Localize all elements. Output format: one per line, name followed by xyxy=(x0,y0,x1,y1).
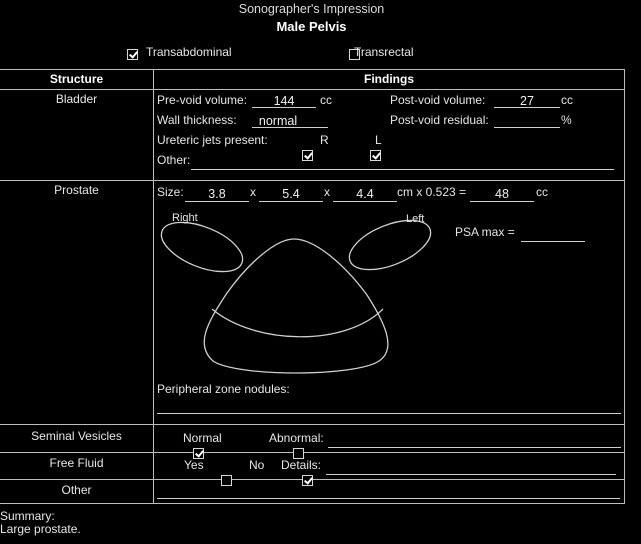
pre-void-value: 144 xyxy=(273,94,295,108)
seminal-abnormal-label: Abnormal: xyxy=(269,431,324,445)
prostate-gland-outline xyxy=(203,238,389,374)
bladder-other-label: Other: xyxy=(157,153,191,167)
times-sign-2: x xyxy=(324,185,330,199)
prostate-dim1-value: 3.8 xyxy=(208,187,226,201)
post-void-value: 27 xyxy=(520,94,534,108)
prostate-dim2-value: 5.4 xyxy=(282,187,300,201)
findings-column-header: Findings xyxy=(364,72,414,86)
post-void-unit: cc xyxy=(561,93,573,107)
prostate-volume-unit: cc xyxy=(536,185,548,199)
psa-max-label: PSA max = xyxy=(455,225,515,239)
summary-label: Summary: xyxy=(0,509,55,523)
jet-left-checkbox[interactable] xyxy=(370,150,382,162)
prostate-size-label: Size: xyxy=(157,185,184,199)
transabdominal-checkbox[interactable] xyxy=(127,49,138,61)
jet-right-checkbox[interactable] xyxy=(302,150,313,162)
seminal-vesicles-row-label: Seminal Vesicles xyxy=(31,429,122,443)
psa-max-field[interactable] xyxy=(521,241,585,242)
post-void-label: Post-void volume: xyxy=(390,93,486,107)
fluid-yes-checkbox[interactable] xyxy=(221,475,233,487)
other-row-label: Other xyxy=(61,483,92,497)
pre-void-label: Pre-void volume: xyxy=(157,93,248,107)
post-void-residual-unit: % xyxy=(561,113,572,127)
right-seminal-vesicle-outline xyxy=(160,221,244,273)
fluid-no-checkbox[interactable] xyxy=(301,475,313,487)
ureteric-jets-label: Ureteric jets present: xyxy=(157,133,268,147)
prostate-dim3-field[interactable] xyxy=(333,201,397,202)
transrectal-label: Transrectal xyxy=(354,45,414,59)
post-void-residual-field[interactable] xyxy=(494,127,560,128)
prostate-diagram xyxy=(160,219,432,374)
prostate-volume-field[interactable] xyxy=(470,201,534,202)
bladder-row-label: Bladder xyxy=(55,92,98,106)
prostate-row-label: Prostate xyxy=(54,183,99,197)
fluid-no-label: No xyxy=(249,458,265,472)
prostate-dim2-field[interactable] xyxy=(259,201,323,202)
seminal-abnormal-field[interactable] xyxy=(328,447,621,448)
left-side-label: Left xyxy=(406,213,425,225)
nodules-label: Peripheral zone nodules: xyxy=(157,382,290,396)
bladder-other-field[interactable] xyxy=(191,169,614,170)
prostate-volume-value: 48 xyxy=(495,187,509,201)
free-fluid-row-label: Free Fluid xyxy=(49,456,104,470)
right-side-label: Right xyxy=(172,212,198,224)
peripheral-zone-line xyxy=(211,308,384,338)
form-title: Sonographer's Impression xyxy=(238,2,385,16)
wall-thickness-value: normal xyxy=(258,114,298,128)
prostate-dim3-value: 4.4 xyxy=(356,187,374,201)
structure-column-header: Structure xyxy=(49,72,104,86)
volume-formula-label: cm x 0.523 = xyxy=(397,185,467,199)
fluid-details-label: Details: xyxy=(281,458,322,472)
wall-thickness-label: Wall thickness: xyxy=(157,113,237,127)
post-void-residual-label: Post-void residual: xyxy=(390,113,489,127)
pre-void-unit: cc xyxy=(320,93,332,107)
jet-left-label: L xyxy=(375,133,382,147)
form-subtitle: Male Pelvis xyxy=(276,19,347,34)
seminal-normal-label: Normal xyxy=(183,431,222,445)
jet-right-label: R xyxy=(320,133,329,147)
prostate-dim1-field[interactable] xyxy=(185,201,249,202)
nodules-field[interactable] xyxy=(157,413,621,414)
summary-text[interactable]: Large prostate. xyxy=(0,522,81,536)
fluid-yes-label: Yes xyxy=(184,458,204,472)
fluid-details-field[interactable] xyxy=(326,474,616,475)
transabdominal-label: Transabdominal xyxy=(146,45,232,59)
times-sign-1: x xyxy=(250,185,256,199)
other-field[interactable] xyxy=(157,498,620,499)
